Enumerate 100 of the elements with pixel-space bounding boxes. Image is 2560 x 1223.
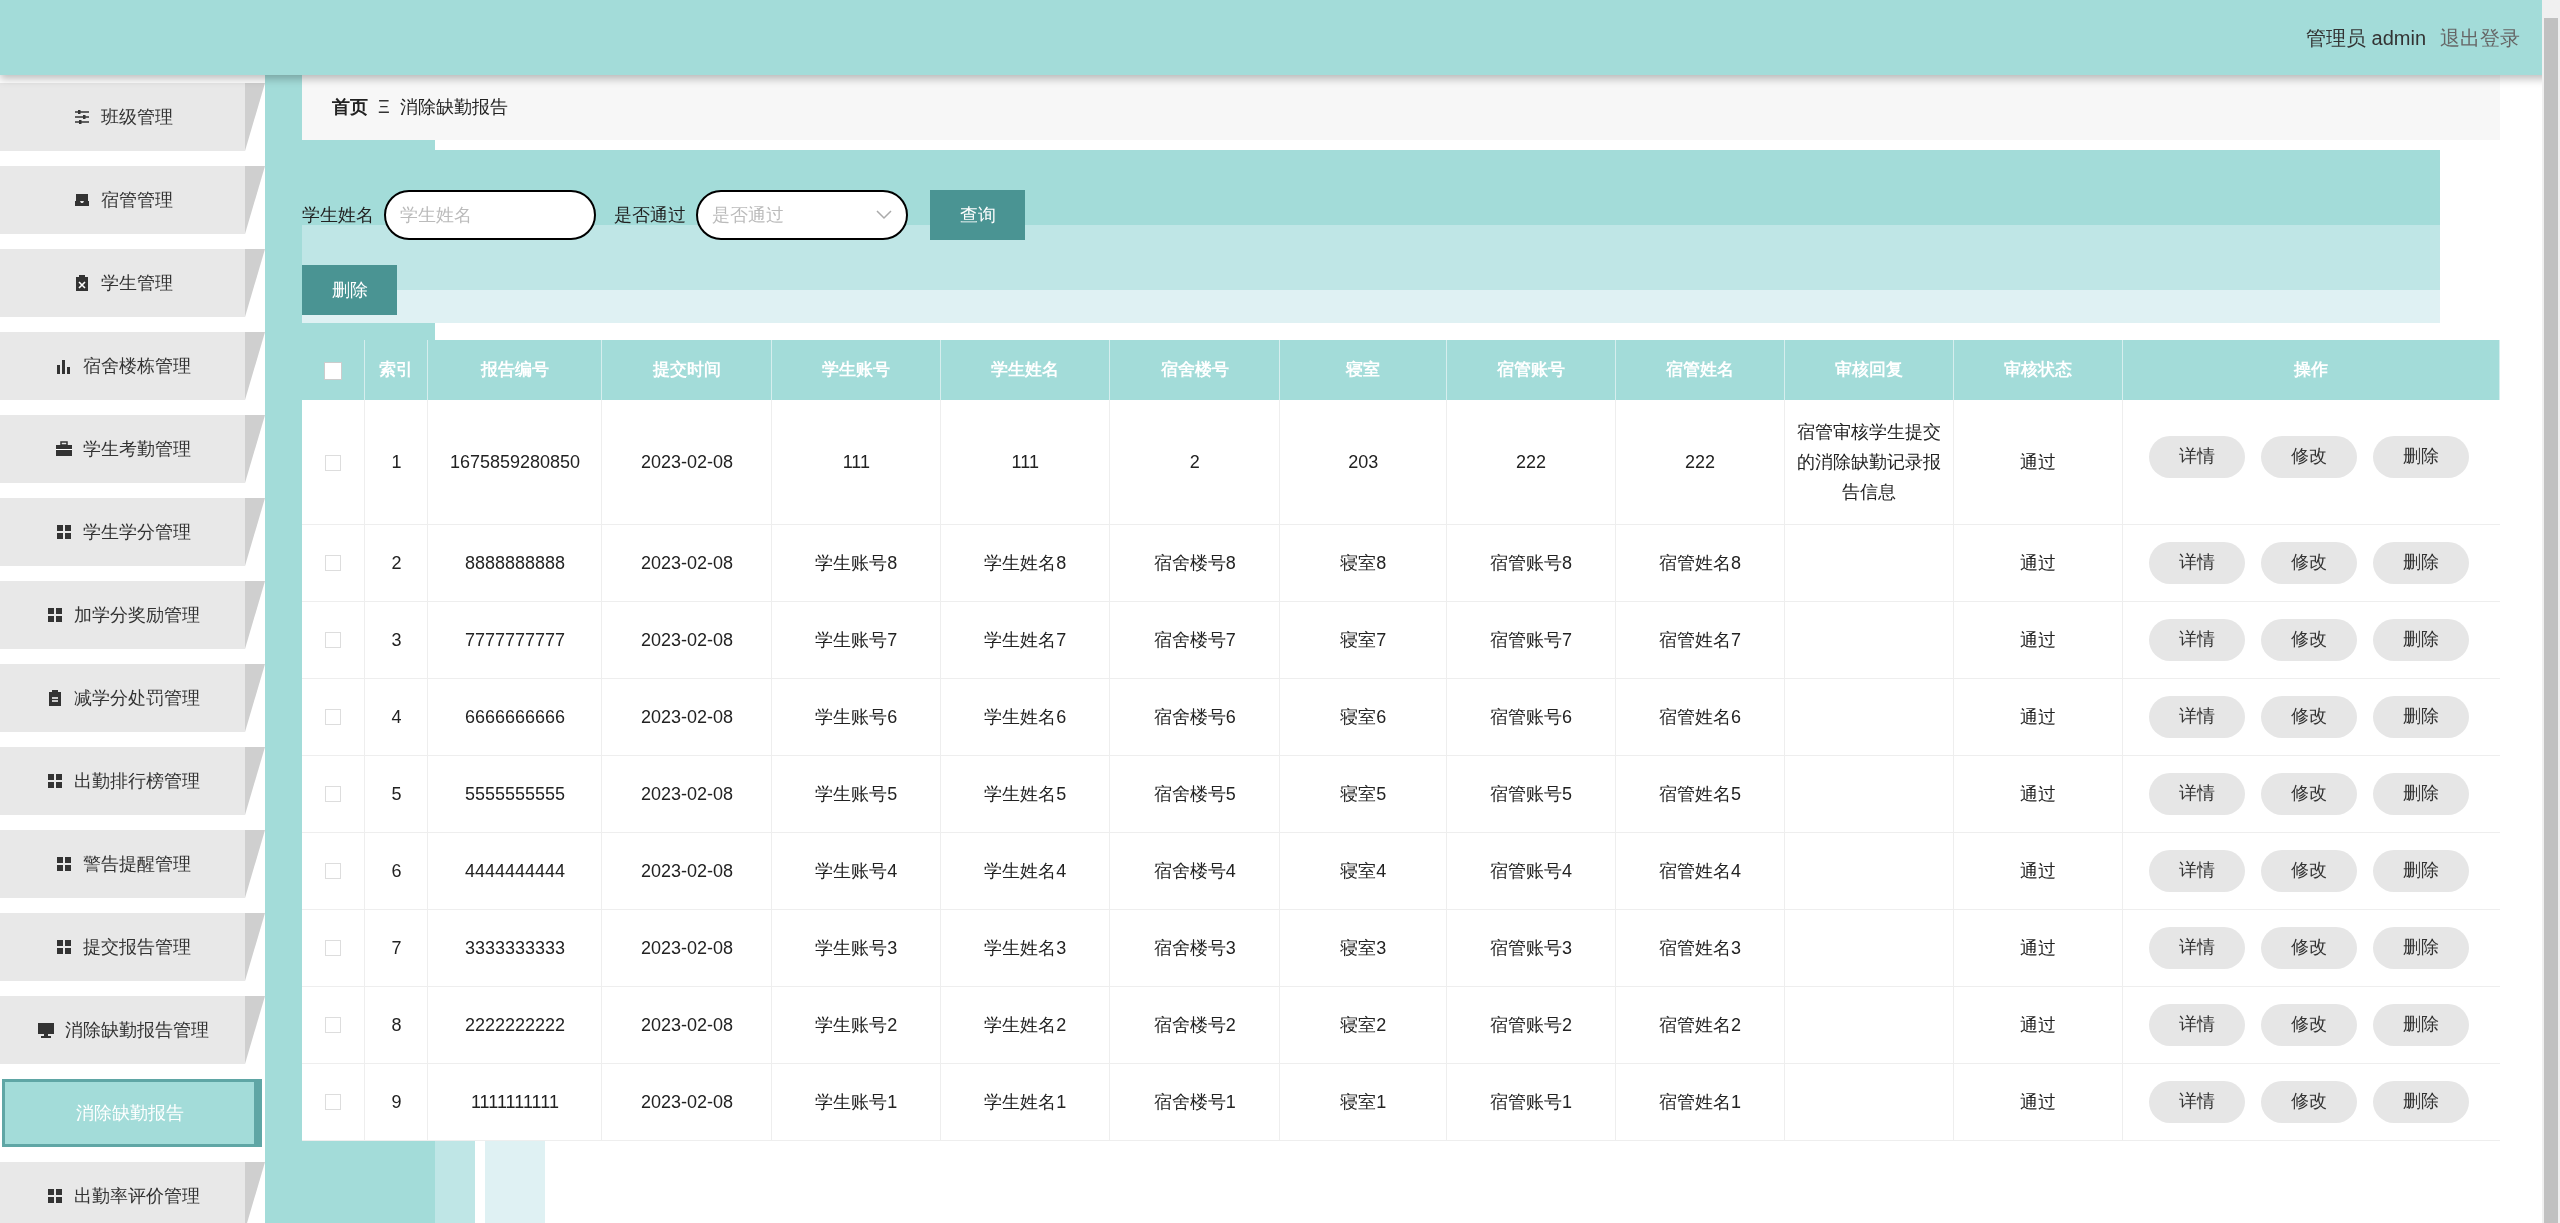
delete-button[interactable]: 删除	[302, 265, 397, 315]
row-checkbox[interactable]	[325, 863, 342, 880]
column-header: 宿舍楼号	[1109, 340, 1280, 400]
details-button[interactable]: 详情	[2148, 772, 2245, 815]
sidebar-item[interactable]: 提交报告管理	[0, 913, 265, 981]
details-button[interactable]: 详情	[2148, 541, 2245, 584]
delete-row-button[interactable]: 删除	[2372, 695, 2469, 738]
edit-button[interactable]: 修改	[2260, 541, 2357, 584]
details-button[interactable]: 详情	[2148, 849, 2245, 892]
table-cell-text: 宿管账号3	[1490, 937, 1573, 958]
delete-row-button[interactable]: 删除	[2372, 541, 2469, 584]
table-cell-text: 1111111111	[470, 1091, 559, 1112]
briefcase-icon	[54, 440, 73, 458]
details-button[interactable]: 详情	[2148, 926, 2245, 969]
column-header: 报告编号	[427, 340, 602, 400]
select-all-checkbox[interactable]	[324, 361, 343, 380]
table-cell-text: 学生姓名3	[984, 937, 1067, 958]
table-cell-text: 宿舍楼号4	[1153, 860, 1236, 881]
review-status-text: 通过	[2019, 552, 2056, 573]
edit-button[interactable]: 修改	[2260, 926, 2357, 969]
column-header: 操作	[2122, 340, 2500, 400]
table-cell-text: 宿管账号1	[1490, 1091, 1573, 1112]
review-reply-text: 宿管审核学生提交的消除缺勤记录报告信息	[1797, 421, 1941, 502]
table-cell-text: 学生账号7	[815, 629, 898, 650]
table-cell-text: 203	[1348, 451, 1379, 472]
pass-filter-label: 是否通过	[614, 203, 686, 227]
table-cell-text: 学生姓名5	[984, 783, 1067, 804]
delete-row-button[interactable]: 删除	[2372, 849, 2469, 892]
row-checkbox[interactable]	[325, 555, 342, 572]
sidebar-item[interactable]: 班级管理	[0, 83, 265, 151]
tab-fold	[245, 581, 265, 649]
details-button[interactable]: 详情	[2148, 618, 2245, 661]
grid-icon	[45, 772, 64, 790]
table-cell-text: 学生姓名4	[984, 860, 1067, 881]
sidebar-item[interactable]: 宿管管理	[0, 166, 265, 234]
review-status-text: 通过	[2019, 706, 2056, 727]
details-button[interactable]: 详情	[2148, 1080, 2245, 1123]
sidebar-item[interactable]: 学生管理	[0, 249, 265, 317]
delete-row-button[interactable]: 删除	[2372, 1003, 2469, 1046]
sidebar-item[interactable]: 加学分奖励管理	[0, 581, 265, 649]
table-cell-text: 2023-02-08	[640, 1014, 733, 1035]
edit-button[interactable]: 修改	[2260, 435, 2357, 478]
row-checkbox[interactable]	[325, 1017, 342, 1034]
row-checkbox[interactable]	[325, 709, 342, 726]
tab-fold	[245, 747, 265, 815]
sidebar-item[interactable]: 减学分处罚管理	[0, 664, 265, 732]
student-name-label: 学生姓名	[302, 203, 374, 227]
edit-button[interactable]: 修改	[2260, 772, 2357, 815]
sidebar-item[interactable]: 消除缺勤报告管理	[0, 996, 265, 1064]
delete-row-button[interactable]: 删除	[2372, 618, 2469, 661]
sidebar-item[interactable]: 学生考勤管理	[0, 415, 265, 483]
details-button[interactable]: 详情	[2148, 695, 2245, 738]
table-cell-text: 宿管姓名6	[1659, 706, 1742, 727]
row-checkbox[interactable]	[325, 786, 342, 803]
column-header: 寝室	[1279, 340, 1447, 400]
edit-button[interactable]: 修改	[2260, 1080, 2357, 1123]
table-cell-text: 6	[391, 860, 402, 881]
edit-button[interactable]: 修改	[2260, 618, 2357, 661]
table-cell-text: 寝室8	[1340, 552, 1387, 573]
table-cell-text: 111	[842, 451, 871, 472]
details-button[interactable]: 详情	[2148, 435, 2245, 478]
row-checkbox[interactable]	[325, 632, 342, 649]
table-cell-text: 宿舍楼号7	[1153, 629, 1236, 650]
home-link[interactable]: 首页	[332, 94, 368, 121]
table-cell-text: 宿管账号8	[1490, 552, 1573, 573]
sidebar-item[interactable]: 出勤排行榜管理	[0, 747, 265, 815]
student-name-field[interactable]: 学生姓名	[384, 190, 596, 240]
row-checkbox[interactable]	[325, 940, 342, 957]
sidebar-item[interactable]: 宿舍楼栋管理	[0, 332, 265, 400]
edit-button[interactable]: 修改	[2260, 849, 2357, 892]
table-cell-text: 3333333333	[464, 937, 565, 958]
table-cell-text: 宿管姓名4	[1659, 860, 1742, 881]
column-header: 提交时间	[601, 340, 772, 400]
table-cell-text: 寝室2	[1340, 1014, 1387, 1035]
row-checkbox[interactable]	[325, 1094, 342, 1111]
scrollbar[interactable]	[2542, 0, 2560, 1223]
table-cell-text: 8888888888	[464, 552, 565, 573]
logout-link[interactable]: 退出登录	[2440, 22, 2520, 53]
delete-row-button[interactable]: 删除	[2372, 435, 2469, 478]
delete-row-button[interactable]: 删除	[2372, 926, 2469, 969]
tray-icon	[72, 191, 91, 209]
table-cell-text: 2023-02-08	[640, 1091, 733, 1112]
table-cell-text: 2023-02-08	[640, 451, 733, 472]
sidebar-item[interactable]: 警告提醒管理	[0, 830, 265, 898]
sidebar-item[interactable]: 学生学分管理	[0, 498, 265, 566]
review-status-text: 通过	[2019, 1014, 2056, 1035]
query-button[interactable]: 查询	[930, 190, 1025, 240]
table-cell-text: 学生账号4	[815, 860, 898, 881]
table-cell-text: 学生账号2	[815, 1014, 898, 1035]
delete-row-button[interactable]: 删除	[2372, 772, 2469, 815]
edit-button[interactable]: 修改	[2260, 1003, 2357, 1046]
row-checkbox[interactable]	[325, 454, 342, 471]
table-cell-text: 宿管账号6	[1490, 706, 1573, 727]
tab-fold	[245, 415, 265, 483]
table-cell-text: 2023-02-08	[640, 552, 733, 573]
edit-button[interactable]: 修改	[2260, 695, 2357, 738]
delete-row-button[interactable]: 删除	[2372, 1080, 2469, 1123]
sidebar-item[interactable]: 出勤率评价管理	[0, 1162, 265, 1223]
grid-icon	[54, 855, 73, 873]
details-button[interactable]: 详情	[2148, 1003, 2245, 1046]
